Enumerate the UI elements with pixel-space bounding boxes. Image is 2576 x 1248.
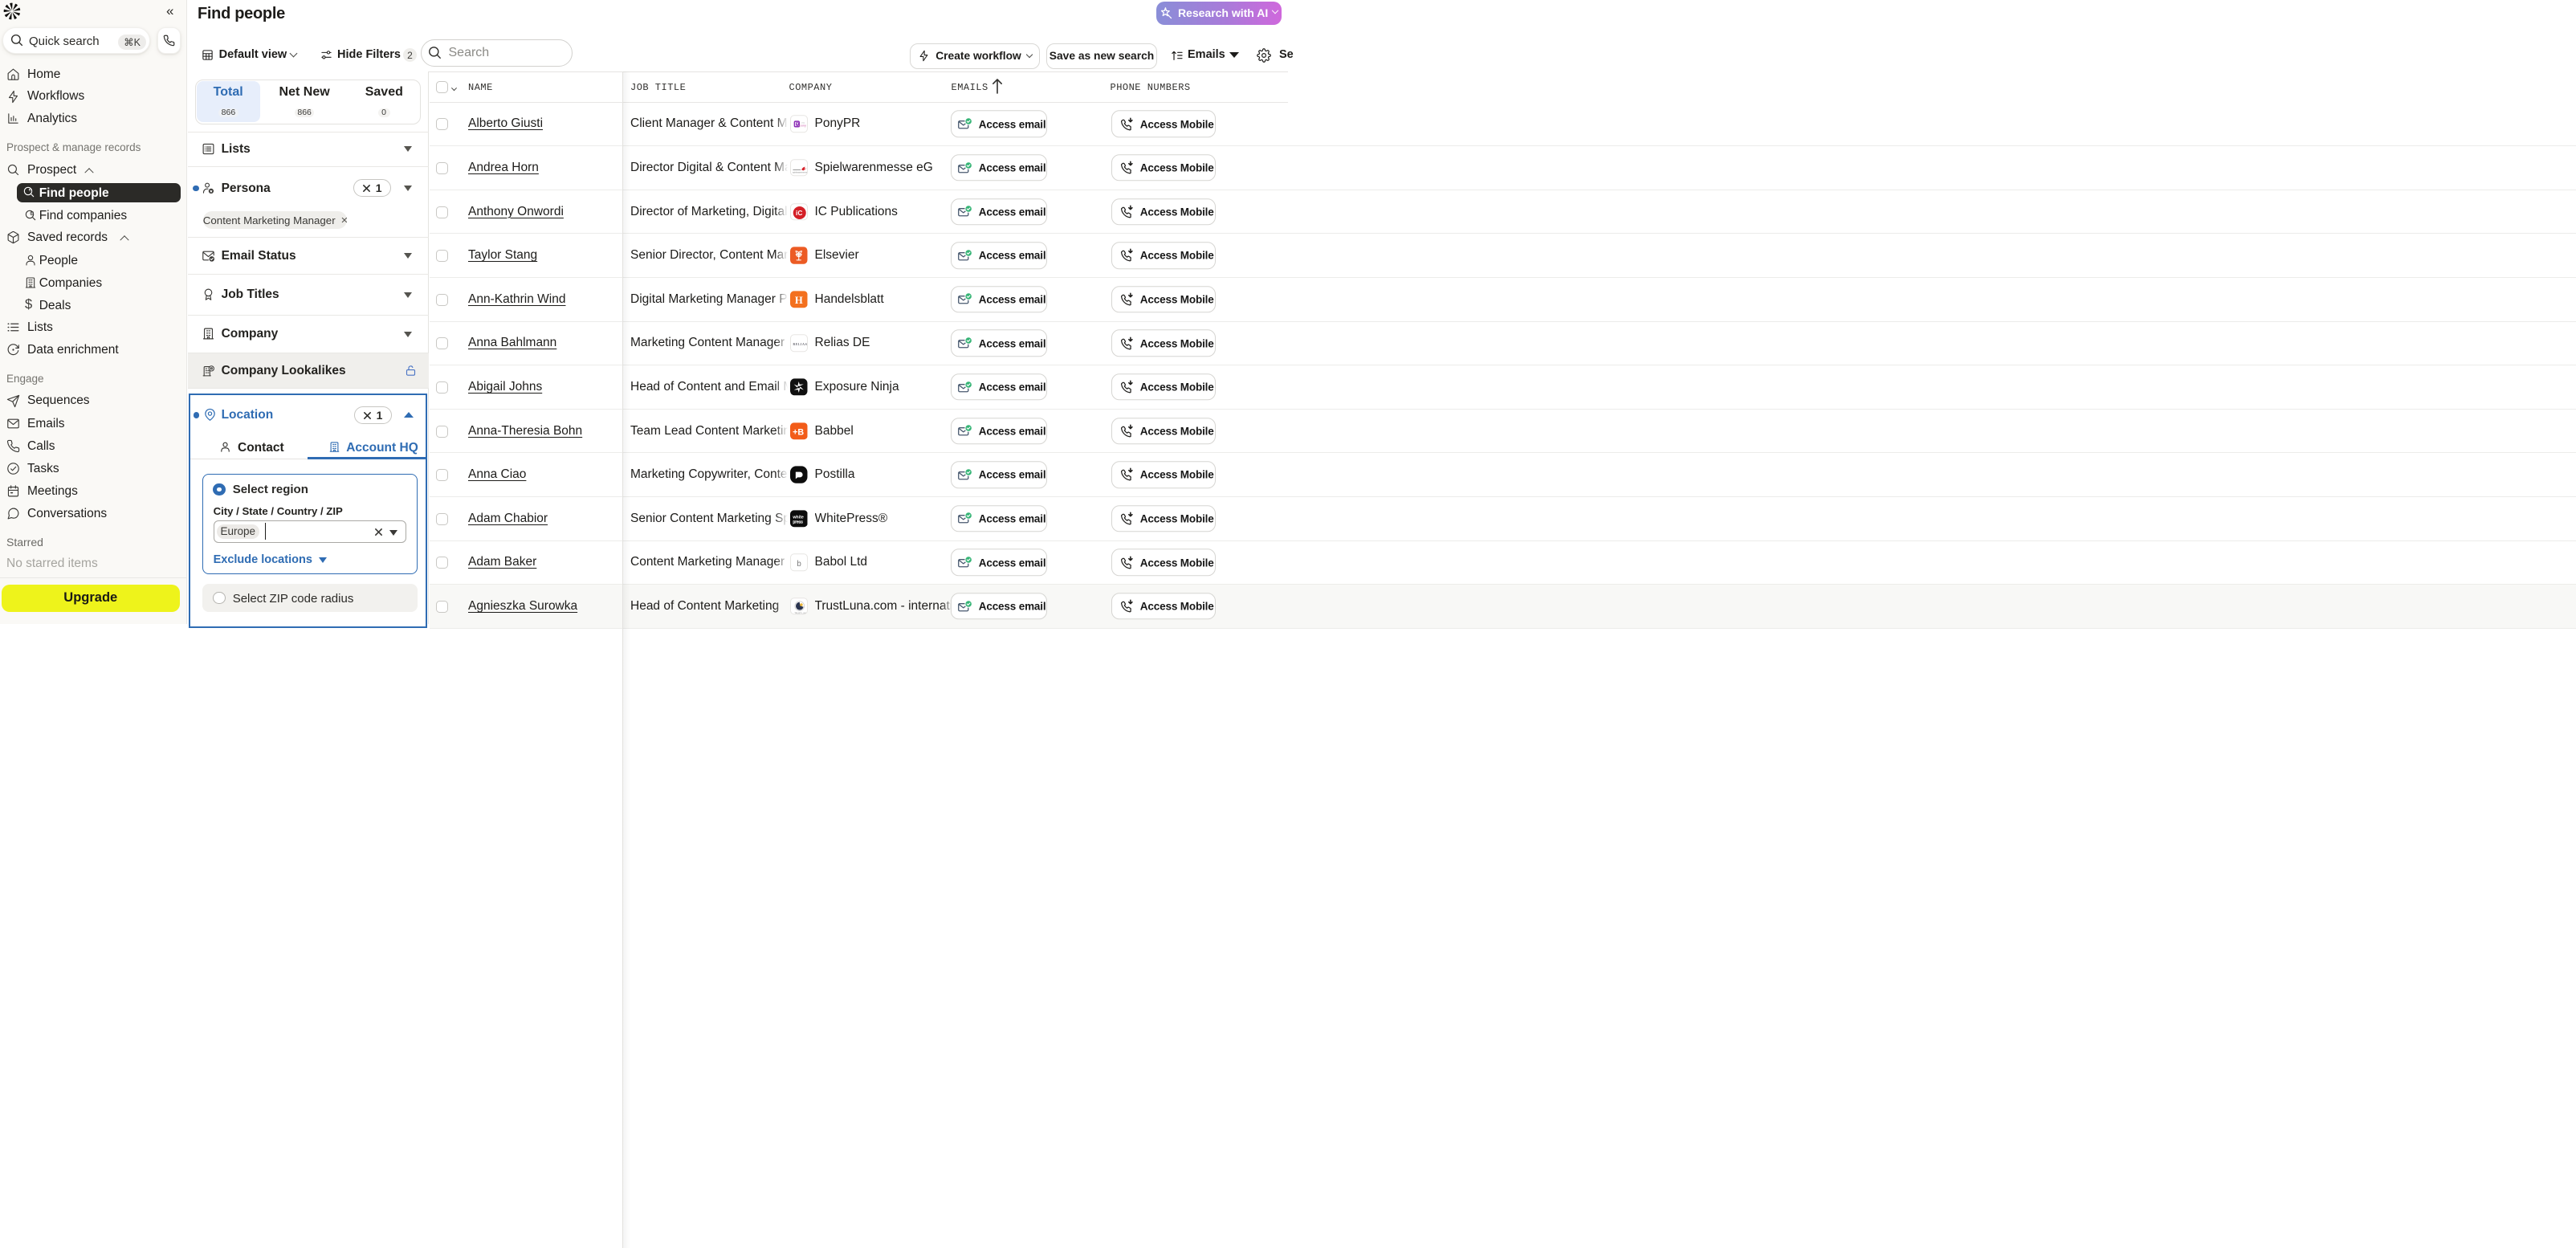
svg-text:press: press (793, 520, 803, 524)
svg-text:H: H (795, 295, 803, 306)
svg-text:PR: PR (801, 121, 805, 124)
svg-text:iC: iC (796, 209, 802, 217)
svg-text:+B: +B (793, 427, 804, 437)
svg-text:b: b (797, 560, 801, 569)
svg-text:RELIAS: RELIAS (793, 342, 807, 346)
svg-text:TRUST LUNA: TRUST LUNA (794, 612, 807, 614)
svg-text:spielwarenmesse: spielwarenmesse (793, 171, 808, 173)
